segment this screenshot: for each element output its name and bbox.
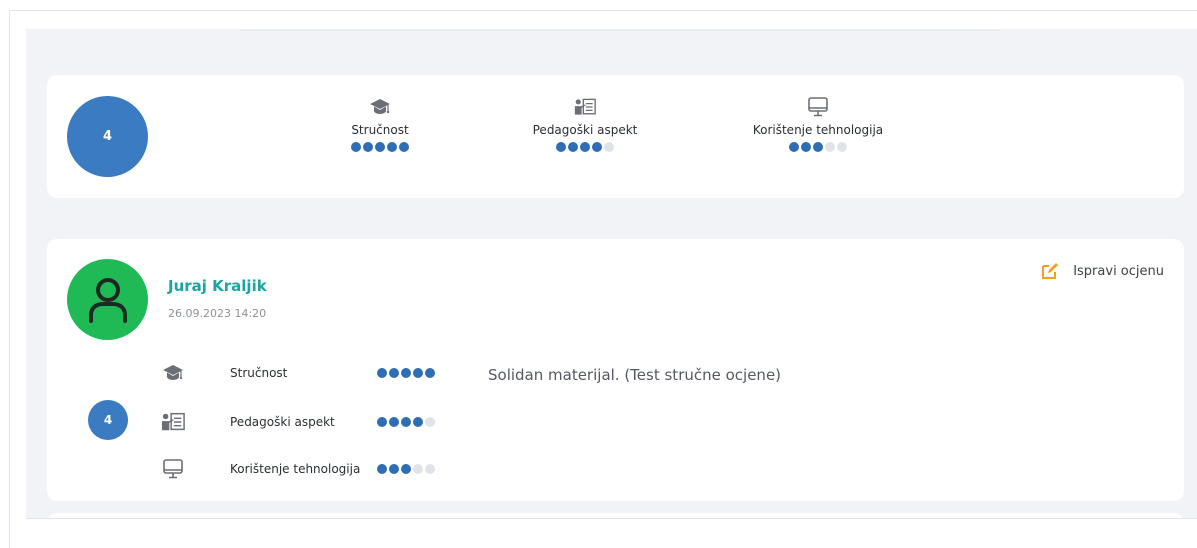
- review-comment: Solidan materijal. (Test stručne ocjene): [488, 366, 782, 384]
- rating-label: Pedagoški aspekt: [230, 415, 335, 429]
- summary-criterion-strucnost: Stručnost: [347, 96, 413, 152]
- rating-dot-filled: [401, 417, 411, 427]
- summary-criterion-tehnologija: Korištenje tehnologija: [747, 96, 889, 152]
- user-icon: [88, 277, 127, 323]
- panel-top-divider: [240, 29, 1000, 31]
- summary-criterion-pedagoski: Pedagoški aspekt: [525, 96, 645, 152]
- rating-dot-empty: [825, 142, 835, 152]
- teacher-board-icon: [574, 96, 596, 118]
- review-card: Juraj Kraljik 26.09.2023 14:20 Ispravi o…: [47, 239, 1184, 501]
- overall-score-badge: 4: [67, 96, 148, 177]
- rating-dot-empty: [425, 417, 435, 427]
- rating-label: Korištenje tehnologija: [230, 462, 361, 476]
- reviewer-name[interactable]: Juraj Kraljik: [168, 277, 267, 295]
- criterion-rating-dots: [351, 142, 409, 152]
- review-rating-tehnologija: Korištenje tehnologija: [161, 457, 435, 481]
- criterion-label: Stručnost: [351, 123, 409, 137]
- rating-dot-filled: [389, 464, 399, 474]
- review-score-badge: 4: [88, 400, 128, 440]
- rating-dot-empty: [425, 464, 435, 474]
- review-rating-pedagoski: Pedagoški aspekt: [161, 410, 435, 434]
- avatar: [67, 259, 148, 340]
- rating-dot-filled: [363, 142, 373, 152]
- rating-dot-filled: [568, 142, 578, 152]
- edit-rating-button[interactable]: Ispravi ocjenu: [1041, 262, 1164, 280]
- rating-dot-filled: [387, 142, 397, 152]
- rating-dot-filled: [413, 368, 423, 378]
- rating-dot-filled: [813, 142, 823, 152]
- criterion-rating-dots: [556, 142, 614, 152]
- rating-dot-filled: [401, 464, 411, 474]
- rating-dots: [377, 417, 435, 427]
- edit-icon: [1041, 262, 1059, 280]
- rating-dot-empty: [837, 142, 847, 152]
- rating-dot-filled: [425, 368, 435, 378]
- rating-dot-filled: [399, 142, 409, 152]
- monitor-icon: [161, 457, 185, 481]
- rating-label: Stručnost: [230, 366, 288, 380]
- criterion-label: Pedagoški aspekt: [532, 123, 638, 137]
- rating-dot-filled: [592, 142, 602, 152]
- rating-summary-card: 4 Stručnost Pedagoški aspekt Korištenje …: [47, 75, 1184, 198]
- teacher-board-icon: [161, 410, 185, 434]
- monitor-icon: [807, 96, 829, 118]
- bottom-divider: [26, 518, 1197, 519]
- edit-rating-label: Ispravi ocjenu: [1073, 263, 1164, 279]
- rating-dot-filled: [789, 142, 799, 152]
- review-date: 26.09.2023 14:20: [168, 307, 267, 320]
- rating-dot-empty: [413, 464, 423, 474]
- rating-dot-filled: [377, 368, 387, 378]
- rating-dot-filled: [580, 142, 590, 152]
- criterion-rating-dots: [789, 142, 847, 152]
- rating-dot-filled: [377, 417, 387, 427]
- rating-dot-filled: [377, 464, 387, 474]
- rating-dot-filled: [389, 368, 399, 378]
- graduation-cap-icon: [369, 96, 391, 118]
- rating-dot-empty: [604, 142, 614, 152]
- rating-dots: [377, 464, 435, 474]
- rating-dots: [377, 368, 435, 378]
- graduation-cap-icon: [161, 361, 185, 385]
- rating-dot-filled: [351, 142, 361, 152]
- review-rating-strucnost: Stručnost: [161, 361, 435, 385]
- rating-dot-filled: [401, 368, 411, 378]
- criterion-label: Korištenje tehnologija: [752, 123, 884, 137]
- rating-dot-filled: [413, 417, 423, 427]
- rating-dot-filled: [556, 142, 566, 152]
- rating-dot-filled: [375, 142, 385, 152]
- rating-dot-filled: [801, 142, 811, 152]
- rating-dot-filled: [389, 417, 399, 427]
